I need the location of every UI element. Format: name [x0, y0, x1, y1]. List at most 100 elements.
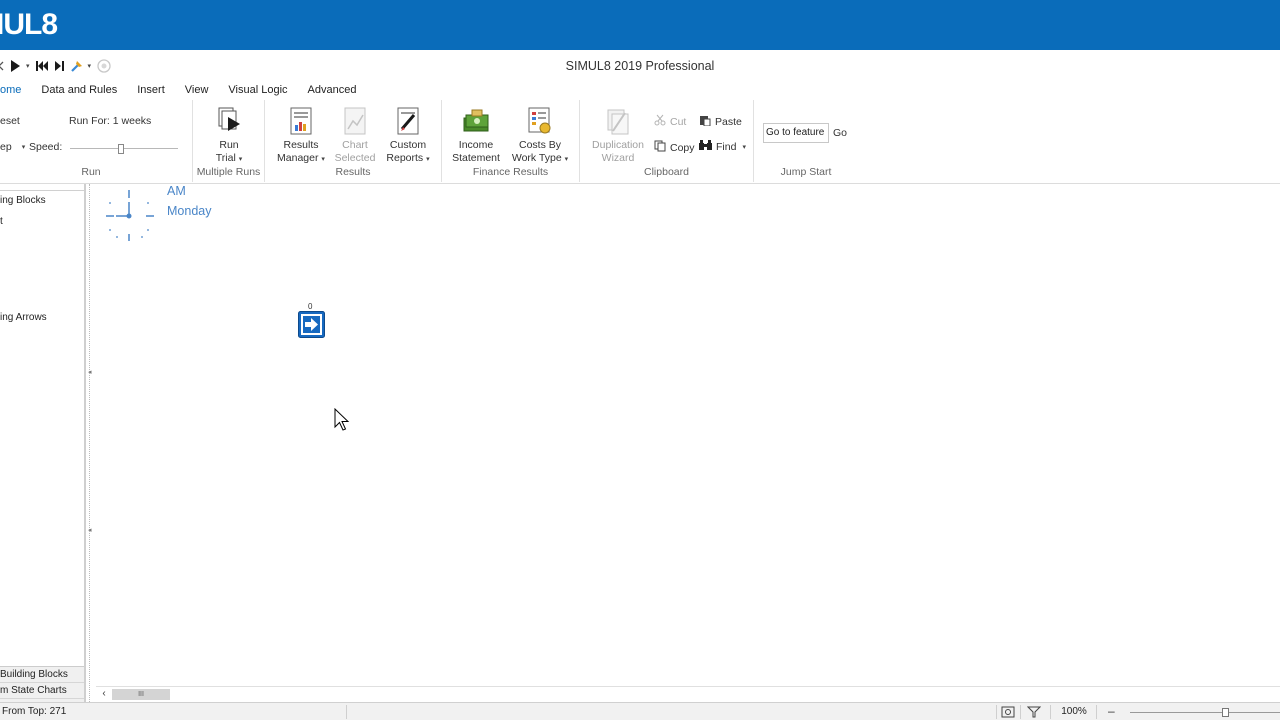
- run-for-label: Run For: 1 weeks: [69, 115, 152, 127]
- panel-item-building-blocks[interactable]: ing Blocks: [0, 195, 46, 206]
- panel-tab-building-blocks-label: Building Blocks: [0, 669, 68, 680]
- results-group: Results Manager ▾ Chart Selected Custom …: [265, 100, 442, 182]
- go-label: Go: [833, 127, 848, 139]
- scroll-left-icon[interactable]: ‹: [98, 688, 110, 701]
- cut-label: Cut: [670, 115, 687, 128]
- tab-visual-logic[interactable]: Visual Logic: [218, 82, 297, 100]
- results-manager-button[interactable]: Results Manager ▾: [275, 106, 327, 166]
- panel-splitter[interactable]: ◂ ◂: [86, 184, 96, 702]
- custom-reports-icon: [394, 106, 422, 136]
- duplication-wizard-line1: Duplication: [592, 139, 644, 151]
- ribbon: eset ep ▾ Run For: 1 weeks Speed: Run Ru…: [0, 100, 1280, 184]
- duplication-wizard-button[interactable]: Duplication Wizard: [588, 106, 648, 164]
- cut-button[interactable]: Cut: [654, 114, 686, 129]
- panel-item-t[interactable]: t: [0, 216, 3, 227]
- zoom-fit-icon[interactable]: [1001, 706, 1015, 718]
- speed-slider[interactable]: [70, 144, 178, 154]
- jump-start-label: Jump Start: [780, 166, 832, 178]
- panel-tab-building-blocks[interactable]: Building Blocks: [0, 667, 84, 683]
- paste-button[interactable]: Paste: [699, 114, 742, 129]
- costs-by-work-type-icon: [526, 106, 554, 136]
- income-statement-line2: Statement: [452, 151, 500, 164]
- zoom-out-button[interactable]: –: [1108, 704, 1115, 718]
- splitter-collapse-icon[interactable]: ◂: [88, 368, 92, 376]
- mouse-cursor-icon: [334, 408, 350, 431]
- tab-advanced[interactable]: Advanced: [298, 82, 367, 100]
- speed-label-text: Speed:: [29, 141, 63, 153]
- chart-selected-button[interactable]: Chart Selected: [331, 106, 379, 164]
- run-trial-button[interactable]: Run Trial ▾: [205, 106, 253, 166]
- duplication-wizard-line2: Wizard: [601, 151, 635, 164]
- cut-icon: [654, 114, 666, 129]
- results-manager-icon: [287, 106, 315, 136]
- splitter-collapse-icon-bottom[interactable]: ◂: [88, 526, 92, 534]
- status-separator: [1020, 705, 1021, 719]
- clock-icon: [106, 190, 154, 241]
- clipboard-group-label: Clipboard: [644, 166, 689, 178]
- chart-selected-line1: Chart: [342, 139, 368, 151]
- scroll-thumb[interactable]: III: [112, 689, 170, 700]
- income-statement-icon: [462, 106, 490, 136]
- duplication-wizard-icon: [604, 106, 632, 136]
- find-icon: [699, 140, 712, 154]
- go-to-feature-value: Go to feature ...: [766, 127, 829, 138]
- finance-results-group: Income Statement Costs By Work Type ▾ Fi…: [442, 100, 580, 182]
- panel-tab-state-charts-label: m State Charts: [0, 685, 67, 696]
- multiple-runs-group: Run Trial ▾ Multiple Runs: [193, 100, 265, 182]
- custom-reports-line1: Custom: [389, 139, 427, 151]
- zoom-slider-thumb[interactable]: [1222, 708, 1229, 717]
- copy-button[interactable]: Copy: [654, 140, 695, 155]
- reset-button[interactable]: eset: [0, 115, 20, 127]
- income-statement-button[interactable]: Income Statement: [450, 106, 502, 164]
- go-button[interactable]: Go: [833, 127, 847, 139]
- horizontal-scrollbar[interactable]: ‹ III: [96, 686, 1280, 702]
- zoom-slider-track[interactable]: [1130, 712, 1280, 713]
- results-group-label: Results: [335, 166, 371, 178]
- run-trial-line1: Run: [219, 139, 239, 151]
- entry-point-icon[interactable]: [298, 311, 325, 338]
- custom-reports-button[interactable]: Custom Reports ▾: [383, 106, 433, 166]
- clipboard-group: Duplication Wizard Cut Copy Paste Find ▾…: [580, 100, 754, 182]
- tab-view[interactable]: View: [175, 82, 219, 100]
- tab-home[interactable]: ome: [0, 82, 31, 100]
- copy-label: Copy: [670, 141, 695, 154]
- tab-insert[interactable]: Insert: [127, 82, 175, 100]
- reset-label: eset: [0, 115, 20, 127]
- jump-start-group: Go to feature ... Go Jump Start: [754, 100, 858, 182]
- income-statement-line1: Income: [458, 139, 494, 151]
- run-group-label: Run: [81, 166, 101, 178]
- filter-icon[interactable]: [1027, 706, 1041, 718]
- status-text: From Top: 271: [2, 706, 67, 717]
- status-separator: [346, 705, 347, 719]
- status-separator: [1096, 705, 1097, 719]
- splitter-grip[interactable]: [89, 184, 93, 702]
- zoom-level[interactable]: 100%: [1056, 706, 1092, 717]
- paste-label: Paste: [715, 115, 742, 128]
- custom-reports-line2: Reports: [386, 151, 424, 164]
- status-separator: [1050, 705, 1051, 719]
- run-for-button[interactable]: Run For: 1 weeks: [69, 115, 151, 127]
- chart-selected-icon: [341, 106, 369, 136]
- simulation-canvas[interactable]: [96, 184, 1280, 686]
- ribbon-tabs: ome Data and Rules Insert View Visual Lo…: [0, 82, 366, 100]
- costs-by-work-type-button[interactable]: Costs By Work Type ▾: [508, 106, 572, 166]
- go-to-feature-input[interactable]: Go to feature ...: [763, 123, 829, 143]
- step-button[interactable]: ep ▾: [0, 141, 25, 153]
- panel-bottom-tabs: Building Blocks m State Charts: [0, 666, 84, 702]
- entry-point-count: 0: [308, 302, 313, 311]
- run-group: eset ep ▾ Run For: 1 weeks Speed: Run: [0, 100, 193, 182]
- window-title: SIMUL8 2019 Professional: [565, 59, 715, 73]
- speed-slider-thumb[interactable]: [118, 144, 124, 154]
- find-button[interactable]: Find ▾: [699, 140, 746, 154]
- run-trial-line2: Trial: [215, 151, 236, 164]
- clock-day: Monday: [167, 204, 212, 218]
- clock-ampm: AM: [167, 184, 186, 198]
- panel-tab-state-charts[interactable]: m State Charts: [0, 683, 84, 699]
- step-label: ep: [0, 141, 12, 153]
- building-blocks-panel: ing Blocks t ing Arrows Building Blocks …: [0, 184, 86, 702]
- copy-icon: [654, 140, 666, 155]
- panel-item-routing-arrows[interactable]: ing Arrows: [0, 312, 47, 323]
- costs-by-work-type-line1: Costs By: [518, 139, 561, 151]
- brand-bar: IUL8: [0, 0, 1280, 50]
- tab-data-and-rules[interactable]: Data and Rules: [31, 82, 127, 100]
